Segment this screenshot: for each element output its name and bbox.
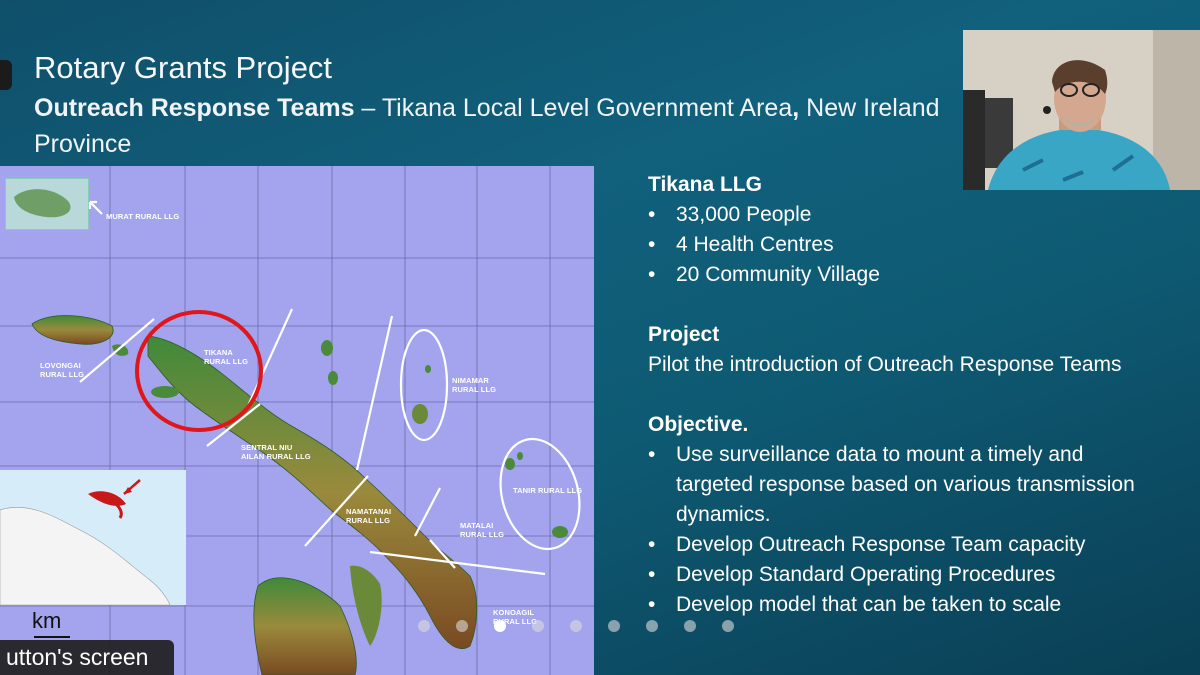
island-lovongai [31, 315, 114, 345]
page-dot[interactable] [722, 620, 734, 632]
label-nimamar: NIMAMAR RURAL LLG [452, 376, 497, 394]
list-item: Develop model that can be taken to scale [648, 590, 1148, 620]
list-item: Develop Standard Operating Procedures [648, 560, 1148, 590]
page-dot[interactable] [608, 620, 620, 632]
inset-locator-map [5, 178, 89, 230]
inset-png-map [0, 470, 186, 605]
side-handle[interactable] [0, 60, 12, 90]
page-dot[interactable] [456, 620, 468, 632]
label-namatanai: NAMATANAI RURAL LLG [346, 507, 392, 525]
landmass-south [253, 577, 357, 675]
objective-heading: Objective. [648, 413, 749, 436]
list-item: Use surveillance data to mount a timely … [648, 440, 1148, 530]
list-item: Develop Outreach Response Team capacity [648, 530, 1148, 560]
island-small-1 [151, 386, 179, 398]
nimamar-ring [399, 328, 449, 442]
project-heading: Project [648, 323, 720, 346]
label-murat: MURAT RURAL LLG [106, 212, 180, 221]
slide-pagination [418, 620, 760, 632]
subtitle-rest: – Tikana Local Level Government Area [354, 94, 793, 122]
page-dot[interactable] [646, 620, 658, 632]
slide-subtitle: Outreach Response Teams – Tikana Local L… [34, 90, 954, 162]
page-dot[interactable] [418, 620, 430, 632]
page-dot[interactable] [532, 620, 544, 632]
island-small-2 [321, 340, 333, 356]
tikana-list: 33,000 People 4 Health Centres 20 Commun… [648, 200, 1148, 290]
list-item: 4 Health Centres [648, 230, 1148, 260]
slide-content: Tikana LLG 33,000 People 4 Health Centre… [648, 170, 1148, 620]
province-map: MURAT RURAL LLG LOVONGAI RURAL LLG TIKANA… [0, 166, 594, 675]
page-dot-active[interactable] [494, 620, 506, 632]
scale-unit: km [32, 608, 62, 633]
label-tanir: TANIR RURAL LLG [513, 486, 583, 495]
page-dot[interactable] [684, 620, 696, 632]
label-lovongai: LOVONGAI RURAL LLG [40, 361, 85, 379]
label-tikana: TIKANA RURAL LLG [204, 348, 249, 366]
label-matalai: MATALAI RURAL LLG [460, 521, 505, 539]
objective-list: Use surveillance data to mount a timely … [648, 440, 1148, 620]
screenshare-label: utton's screen [0, 640, 174, 675]
slide-title: Rotary Grants Project [34, 50, 333, 85]
pointer-arrow-icon [88, 200, 104, 216]
presenter-video-tile[interactable] [963, 30, 1200, 190]
list-item: 33,000 People [648, 200, 1148, 230]
label-sentral-niu-ailan: SENTRAL NIU AILAN RURAL LLG [241, 443, 311, 461]
subtitle-bold: Outreach Response Teams [34, 94, 355, 122]
screenshare-text: utton's screen [6, 644, 149, 670]
project-text: Pilot the introduction of Outreach Respo… [648, 353, 1122, 376]
tikana-heading: Tikana LLG [648, 173, 762, 196]
list-item: 20 Community Village [648, 260, 1148, 290]
page-dot[interactable] [570, 620, 582, 632]
